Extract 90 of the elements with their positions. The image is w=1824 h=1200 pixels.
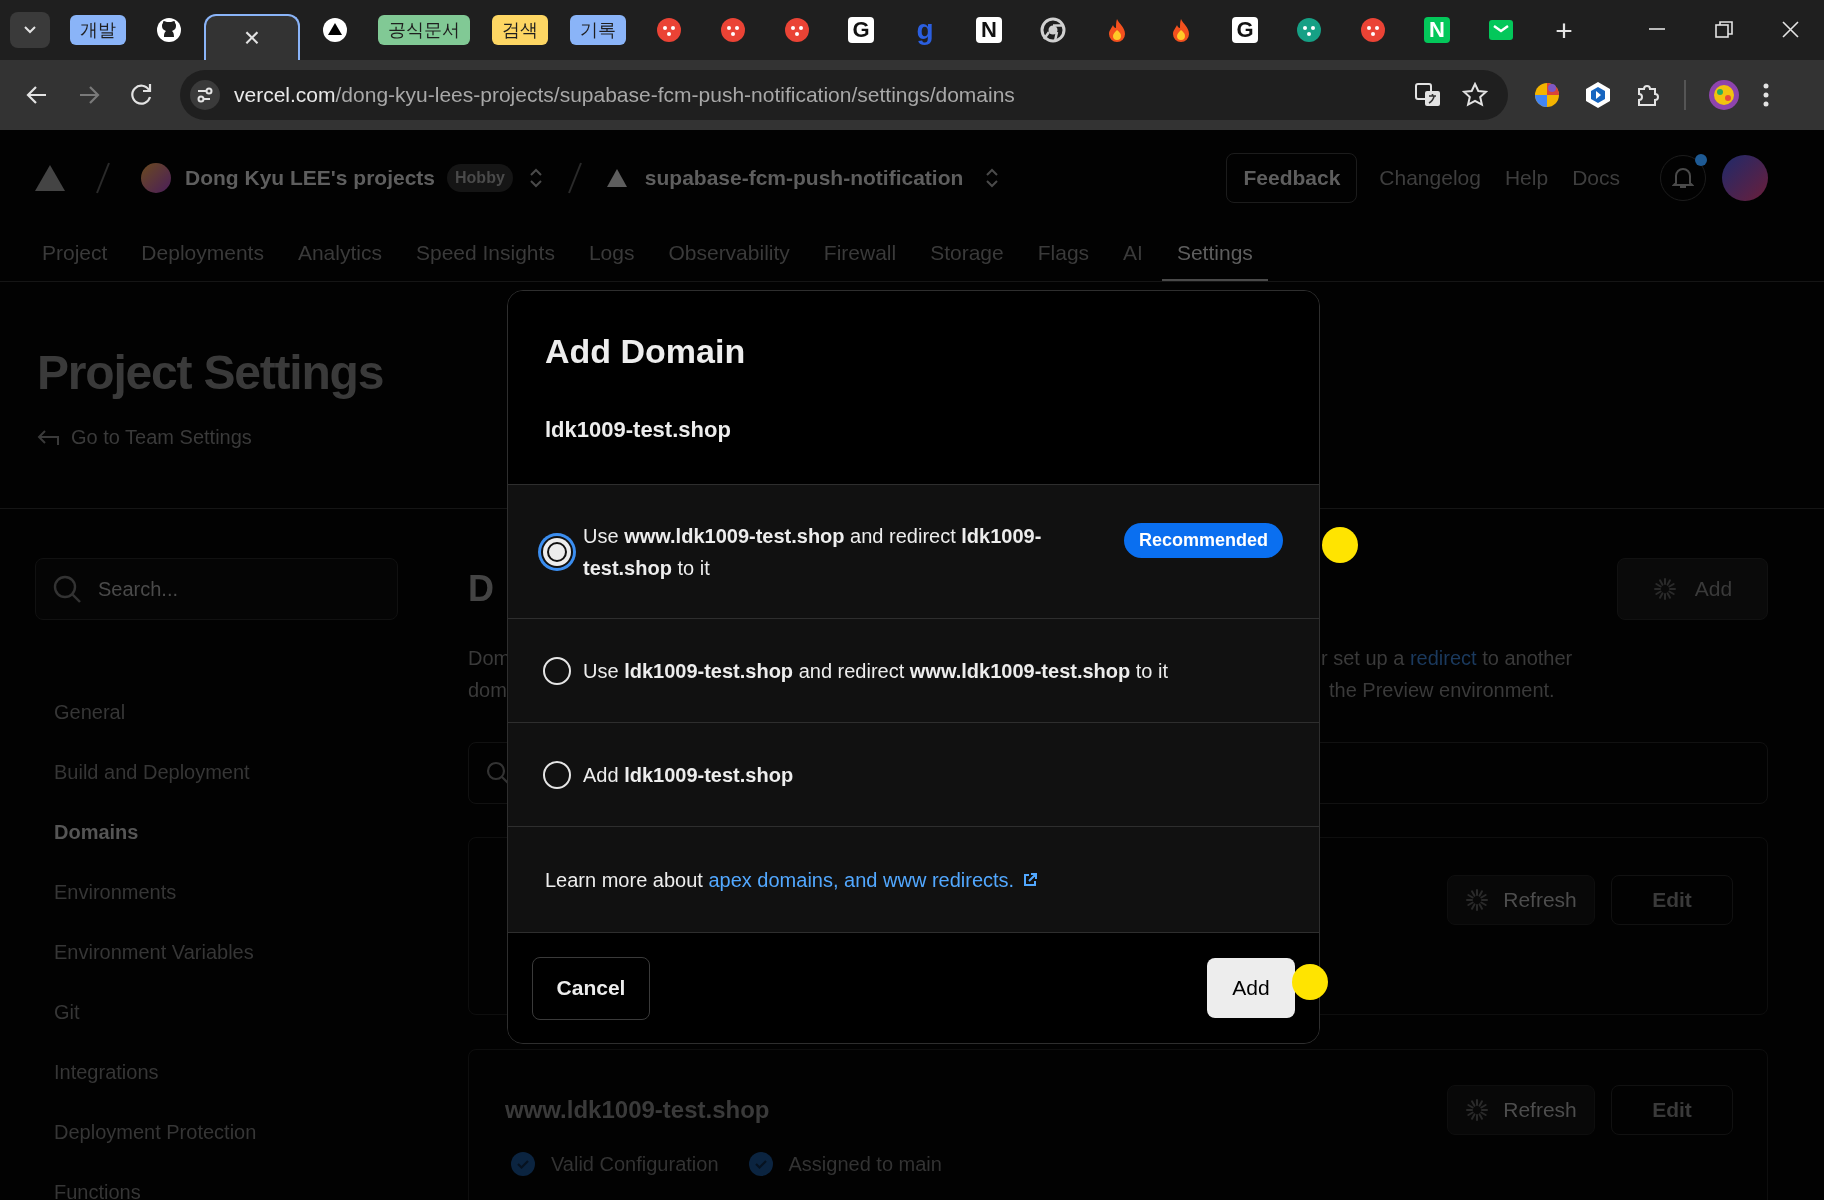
refresh-button[interactable]: Refresh [1447,875,1595,925]
tab-group-chip[interactable]: 공식문서 [378,15,470,45]
palette-icon[interactable] [1532,80,1562,110]
search-icon [52,574,82,604]
favicon-icon: N [976,17,1002,43]
favicon-icon: g [916,16,934,44]
browser-tab[interactable]: × [204,14,300,60]
chevron-down-icon [23,25,37,35]
return-arrow-icon [37,427,59,446]
search-box[interactable]: Search... [35,558,398,620]
check-icon [748,1152,773,1176]
nav-tab[interactable]: Logs [573,226,650,281]
browser-tab[interactable]: N [960,7,1018,53]
refresh-button[interactable]: Refresh [1447,1085,1595,1135]
option-text: Add ldk1009-test.shop [583,762,794,788]
spinner-icon [1652,577,1677,601]
header-link[interactable]: Help [1504,162,1549,194]
restore-icon[interactable] [1713,20,1734,40]
flame-icon [1170,17,1192,43]
tab-group-chip[interactable]: 검색 [492,15,548,45]
domain-name: www.ldk1009-test.shop [505,1095,770,1125]
radio-button[interactable] [543,760,571,789]
slash-icon [93,161,113,195]
nav-tab[interactable]: Firewall [808,226,912,281]
learn-more-text: Learn more about apex domains, and www redirects. [545,864,1039,895]
hexagon-icon[interactable] [1584,81,1612,109]
radio-button[interactable] [543,656,571,685]
url-text: vercel.com/dong-kyu-lees-projects/supabase-fcm-push-notification/settings/domains [234,82,1016,109]
option-text: Use ldk1009-test.shop and redirect www.ldk1009-test.shop to it [583,658,1169,684]
section-heading: D [468,567,494,611]
feedback-button[interactable]: Feedback [1226,153,1358,203]
tab-group-chip[interactable]: 개발 [70,15,126,45]
team-avatar-icon [141,163,171,193]
nav-tab[interactable]: Project [27,226,123,281]
browser-tab[interactable]: g [896,7,954,53]
team-name[interactable]: Dong Kyu LEE's projects [185,162,436,194]
description-text: dom [468,678,508,703]
sidebar-item[interactable]: Domains [54,802,398,862]
favicon-icon: G [1232,17,1258,43]
nav-tab[interactable]: Flags [1022,226,1105,281]
nav-tab[interactable]: Observability [653,226,805,281]
triangle-logo-icon [35,165,65,191]
add-button[interactable]: Add [1207,958,1295,1018]
nav-tab[interactable]: Speed Insights [400,226,570,281]
favicon-icon: N [1424,17,1450,43]
header-link[interactable]: Docs [1572,162,1620,194]
tab-group-chip[interactable]: 기록 [570,15,626,45]
dialog-title: Add Domain [545,331,747,372]
mail-icon [1488,17,1514,43]
flame-icon [1106,17,1128,43]
nav-tab[interactable]: AI [1108,226,1158,281]
external-link-icon [1022,871,1039,888]
star-icon[interactable] [1462,82,1488,108]
nav-tab[interactable]: Analytics [282,226,397,281]
browser-tab[interactable]: G [1216,7,1274,53]
page-title: Project Settings [37,345,384,401]
browser-tab[interactable]: N [1408,7,1466,53]
back-link[interactable]: Go to Team Settings [37,421,252,452]
favicon-icon: G [848,17,874,43]
spinner-icon [1465,1098,1490,1122]
domain-name: ldk1009-test.shop [545,416,732,444]
description-text: the Preview environment. [1328,678,1556,703]
header-link[interactable]: Changelog [1379,162,1481,194]
cat-icon [156,17,182,43]
nav-tab[interactable]: Storage [915,226,1019,281]
triangle-icon [606,169,627,187]
check-icon [511,1152,535,1176]
nav-tab[interactable]: Settings [1161,226,1268,281]
address-bar[interactable]: vercel.com/dong-kyu-lees-projects/supabase-fcm-push-notification/settings/domains [180,70,1508,120]
tab-list-button[interactable] [10,12,50,48]
edit-button[interactable]: Edit [1611,875,1733,925]
browser-tab[interactable]: G [832,7,890,53]
spinner-icon [1465,888,1490,912]
site-info-icon [190,80,220,110]
search-field[interactable]: Search... [98,574,381,604]
recommended-badge: Recommended [1123,523,1283,558]
option-text: Use www.ldk1009-test.shop and redirect ldk1009-test.shop to it [583,523,1043,581]
cancel-button[interactable]: Cancel [532,956,650,1020]
more-icon[interactable] [1762,82,1770,108]
project-name[interactable]: supabase-fcm-push-notification [644,162,964,194]
translate-icon[interactable] [1414,81,1442,109]
avatar-icon[interactable] [1708,79,1740,111]
redirect-link[interactable]: redirect [1409,647,1477,669]
docs-link[interactable]: apex domains, and www redirects. [708,864,1039,895]
edit-button[interactable]: Edit [1611,1085,1733,1135]
new-tab-button[interactable]: + [1544,10,1584,50]
nav-tab[interactable]: Deployments [126,226,279,281]
description-text: r set up a redirect to another [1321,646,1574,671]
close-icon[interactable] [1780,20,1801,40]
bell-icon [1672,166,1694,190]
